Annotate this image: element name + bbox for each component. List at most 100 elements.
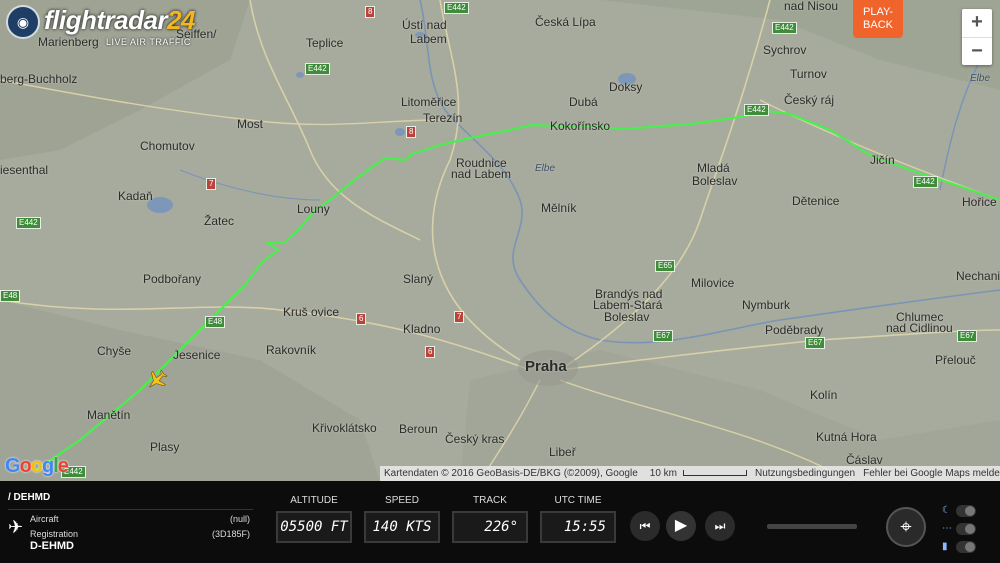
utc-time-label: UTC TIME <box>554 495 602 506</box>
road-shield: 7 <box>206 178 217 190</box>
panel-divider <box>8 509 253 510</box>
flightradar24-logo[interactable]: ◉ flightradar24 LIVE AIR TRAFFIC <box>4 3 195 47</box>
place-label: Mělník <box>541 201 577 215</box>
place-label: berg-Buchholz <box>0 72 78 86</box>
road-shield: E48 <box>205 316 226 328</box>
utc-time-gauge: 15:55 <box>540 511 616 543</box>
place-label: Poděbrady <box>765 323 824 337</box>
place-label: Louny <box>297 202 330 216</box>
flight-id: / DEHMD <box>8 492 51 503</box>
place-label: Český ráj <box>784 93 835 107</box>
place-label: Kadaň <box>118 189 153 203</box>
flight-track <box>35 104 1000 471</box>
track-gauge: 226° <box>452 511 528 543</box>
place-label: Přelouč <box>935 353 976 367</box>
place-label: Kokořínsko <box>550 119 611 133</box>
aircraft-map-icon[interactable] <box>145 368 169 392</box>
place-label: Boleslav <box>692 174 738 188</box>
place-label: Kutná Hora <box>816 430 877 444</box>
logo-text: flightradar24 <box>44 5 195 36</box>
road-shield: 8 <box>406 126 417 138</box>
logo-number: 24 <box>167 5 195 35</box>
place-label: Elbe <box>535 163 556 174</box>
place-label: Kruš ovice <box>283 305 340 319</box>
road-shield: E67 <box>653 330 674 342</box>
terms-link[interactable]: Nutzungsbedingungen <box>751 468 859 479</box>
place-label: Nymburk <box>742 298 791 312</box>
place-label: Milovice <box>691 276 735 290</box>
place-label: nad Nisou <box>784 0 839 13</box>
road-shield: 8 <box>365 6 376 18</box>
map-attribution: Kartendaten © 2016 GeoBasis-DE/BKG (©200… <box>384 468 638 479</box>
place-label: Terezín <box>423 111 463 125</box>
place-label: Most <box>237 117 264 131</box>
map-attribution-bar: Kartendaten © 2016 GeoBasis-DE/BKG (©200… <box>380 466 1000 481</box>
scale: 10 km <box>642 468 751 479</box>
road-shield: E65 <box>655 260 676 272</box>
zoom-out-button[interactable]: − <box>962 38 992 66</box>
place-label: Kladno <box>403 322 441 336</box>
place-label: Kolín <box>810 388 838 402</box>
road-shield: E442 <box>913 176 938 188</box>
place-label: Slaný <box>403 272 434 286</box>
aircraft-value: (null) <box>229 514 250 524</box>
dots-icon: ⋯ <box>942 523 952 534</box>
place-label: iesenthal <box>0 163 49 177</box>
play-button[interactable]: ▶ <box>666 511 696 541</box>
logo-brand: flightradar <box>44 5 168 35</box>
locate-icon[interactable]: ⌖ <box>886 507 926 547</box>
place-label: Česká Lípa <box>535 15 596 29</box>
registration-label: Registration <box>30 529 79 539</box>
scale-label: 10 km <box>649 468 677 479</box>
place-label: Chyše <box>97 344 132 358</box>
moon-icon: ☾ <box>942 505 951 516</box>
place-label: Labem <box>410 32 447 46</box>
flight-info-panel: / DEHMD ✈ Aircraft (null) Registration (… <box>0 481 1000 563</box>
place-label: Praha <box>525 358 567 375</box>
place-label: Libeř <box>549 445 576 459</box>
zoom-in-button[interactable]: + <box>962 9 992 38</box>
place-label: Chomutov <box>140 139 195 153</box>
night-mode-toggle[interactable]: ☾ <box>942 504 976 518</box>
place-label: Manětín <box>87 408 131 422</box>
road-shield: E442 <box>305 63 330 75</box>
playback-label-2: BACK <box>863 19 893 31</box>
playback-label-1: PLAY- <box>863 6 893 18</box>
place-label: Turnov <box>790 67 827 81</box>
place-label: Ústí nad <box>402 18 447 32</box>
place-label: Boleslav <box>604 310 650 324</box>
map-area[interactable]: Ústí nad Labem Česká Lípa Teplice Most Litomě… <box>0 0 1000 481</box>
road-shield: E67 <box>957 330 978 342</box>
labels-toggle[interactable]: ⋯ <box>942 522 976 536</box>
logo-subtitle: LIVE AIR TRAFFIC <box>106 37 191 47</box>
road-shield: E67 <box>805 337 826 349</box>
place-label: Litoměřice <box>401 95 457 109</box>
place-label: Křivoklátsko <box>312 421 377 435</box>
road-shield: 7 <box>454 311 465 323</box>
stats-toggle[interactable]: ▮ <box>942 540 976 554</box>
speed-label: SPEED <box>385 495 419 506</box>
road-shield: E442 <box>772 22 797 34</box>
place-label: Doksy <box>609 80 643 94</box>
road-shield: E442 <box>744 104 769 116</box>
playback-slider[interactable] <box>767 524 857 529</box>
playback-button[interactable]: PLAY- BACK <box>853 0 903 38</box>
flight-track-line <box>35 108 1000 471</box>
road-shield: E442 <box>16 217 41 229</box>
aircraft-label: Aircraft <box>30 514 59 524</box>
registration-code: (3D185F) <box>211 529 250 539</box>
place-label: Hořice <box>962 195 997 209</box>
place-label: Jičín <box>870 153 895 167</box>
road-shield: 6 <box>356 313 367 325</box>
rewind-button[interactable]: ⏮ <box>630 511 660 541</box>
place-label: Elbe <box>970 73 991 84</box>
track-label: TRACK <box>473 495 507 506</box>
speed-gauge: 140 KTS <box>364 511 440 543</box>
place-label: nad Labem <box>451 167 512 181</box>
place-label: Beroun <box>399 422 438 436</box>
road-shield: E442 <box>444 2 469 14</box>
fast-forward-button[interactable]: ⏭ <box>705 511 735 541</box>
place-label: Jesenice <box>173 348 221 362</box>
road-shield: E48 <box>0 290 21 302</box>
report-error-link[interactable]: Fehler bei Google Maps melden <box>859 468 1000 479</box>
